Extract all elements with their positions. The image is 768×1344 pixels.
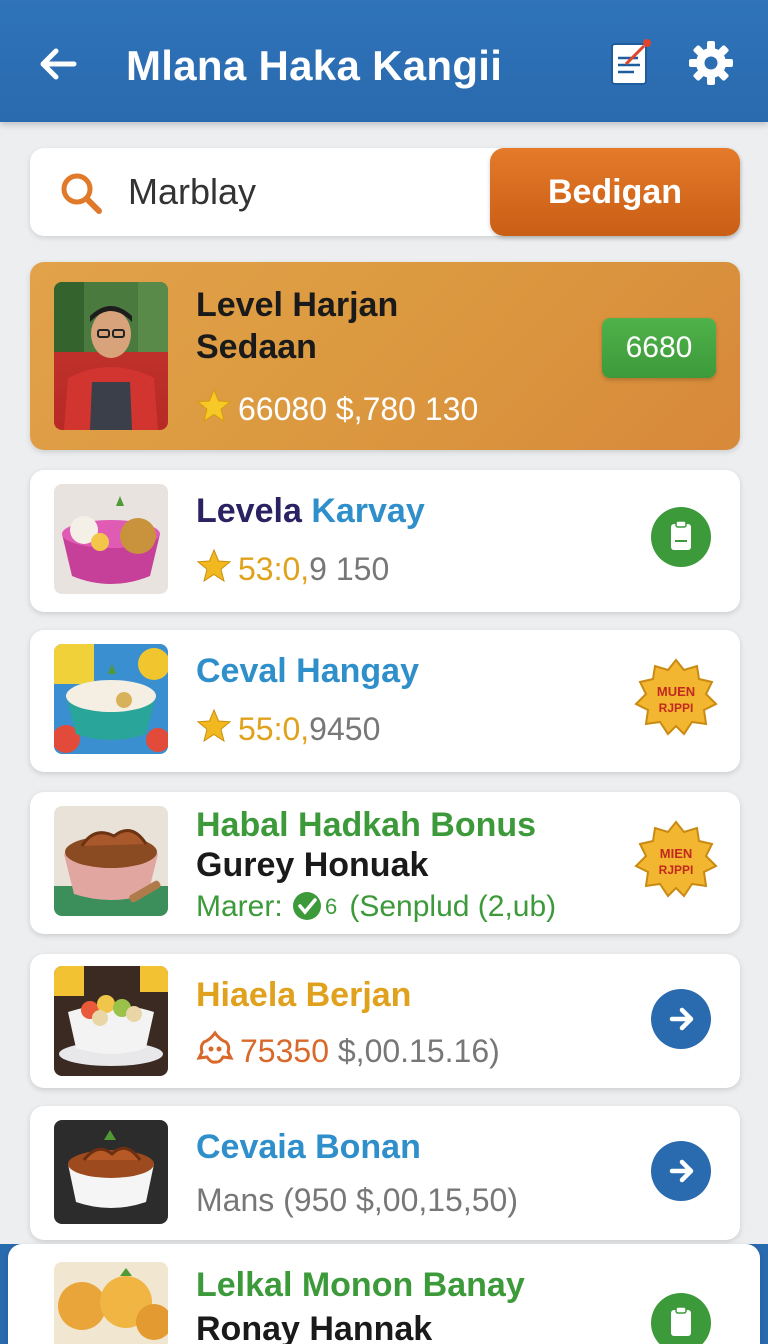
svg-text:6: 6 <box>325 894 337 919</box>
app-header: Mlana Haka Kangii <box>0 0 768 122</box>
food-bowl-image <box>54 644 168 754</box>
search-icon <box>61 173 102 214</box>
item-meta: 75350 $,00.15.16) <box>196 1030 500 1070</box>
star-icon <box>196 388 232 423</box>
svg-text:RJPPI: RJPPI <box>659 701 694 715</box>
chef-avatar <box>54 282 168 430</box>
featured-meta-text: 66080 $,780 130 <box>238 391 479 427</box>
arrow-right-icon[interactable] <box>650 1140 712 1202</box>
star-icon <box>196 548 232 583</box>
item-title: Ceval Hangay <box>196 652 419 690</box>
arrow-right-icon[interactable] <box>650 988 712 1050</box>
item-subtitle: Ronay Hannak <box>196 1310 433 1344</box>
star-icon <box>196 708 232 743</box>
list-item[interactable]: Habal Hadkah Bonus Gurey Honuak Marer: 6… <box>30 792 740 934</box>
search-input[interactable] <box>128 166 488 218</box>
featured-meta: 66080 $,780 130 <box>196 388 478 428</box>
award-badge-icon[interactable]: MIEN RJPPI <box>630 820 722 900</box>
svg-text:RJPPI: RJPPI <box>659 863 694 877</box>
fruit-image <box>54 1262 168 1344</box>
arrow-left-icon[interactable] <box>34 40 82 88</box>
page-title: Mlana Haka Kangii <box>126 42 503 89</box>
food-bowl-image <box>54 806 168 916</box>
list-item[interactable]: Levela Karvay 53:0,9 150 <box>30 470 740 612</box>
item-title: Cevaia Bonan <box>196 1128 421 1166</box>
food-bowl-image <box>54 1120 168 1224</box>
item-meta: Mans (950 $,00,15,50) <box>196 1182 518 1218</box>
search-button[interactable]: Bedigan <box>490 148 740 236</box>
food-bowl-image <box>54 966 168 1076</box>
search-bar: Bedigan <box>30 148 740 236</box>
item-thumbnail <box>54 806 168 916</box>
item-meta: 55:0,9450 <box>196 708 380 748</box>
document-edit-icon[interactable] <box>608 38 654 88</box>
food-bowl-image <box>54 484 168 594</box>
list-item[interactable]: Lelkal Monon Banay Ronay Hannak <box>8 1244 760 1344</box>
item-subtitle: Gurey Honuak <box>196 846 429 884</box>
clipboard-icon[interactable] <box>650 1292 712 1344</box>
list-item[interactable]: Cevaia Bonan Mans (950 $,00,15,50) <box>30 1106 740 1240</box>
featured-title-line2: Sedaan <box>196 328 317 366</box>
item-thumbnail <box>54 1120 168 1224</box>
svg-text:MUEN: MUEN <box>657 684 695 699</box>
list-item[interactable]: Hiaela Berjan 75350 $,00.15.16) <box>30 954 740 1088</box>
item-thumbnail <box>54 966 168 1076</box>
featured-title-line1: Level Harjan <box>196 286 399 324</box>
award-badge-icon[interactable]: MUEN RJPPI <box>630 658 722 738</box>
list-item[interactable]: Ceval Hangay 55:0,9450 MUEN RJPPI <box>30 630 740 772</box>
item-meta: 53:0,9 150 <box>196 548 389 588</box>
featured-card[interactable]: Level Harjan Sedaan 66080 $,780 130 6680 <box>30 262 740 450</box>
svg-text:MIEN: MIEN <box>660 846 693 861</box>
clipboard-icon[interactable] <box>650 506 712 568</box>
item-title: Hiaela Berjan <box>196 976 412 1014</box>
item-title: Habal Hadkah Bonus <box>196 806 537 844</box>
flame-icon <box>196 1030 234 1064</box>
chef-photo <box>54 282 168 430</box>
item-title: Levela Karvay <box>196 492 425 530</box>
item-thumbnail <box>54 484 168 594</box>
item-thumbnail <box>54 1262 168 1344</box>
check-icon: 6 <box>293 892 337 920</box>
item-thumbnail <box>54 644 168 754</box>
featured-price-tag[interactable]: 6680 <box>602 318 716 378</box>
item-meta: Marer: 6 (Senplud (2,ub) <box>196 890 557 923</box>
gear-icon[interactable] <box>686 38 736 88</box>
item-title: Lelkal Monon Banay <box>196 1266 525 1304</box>
